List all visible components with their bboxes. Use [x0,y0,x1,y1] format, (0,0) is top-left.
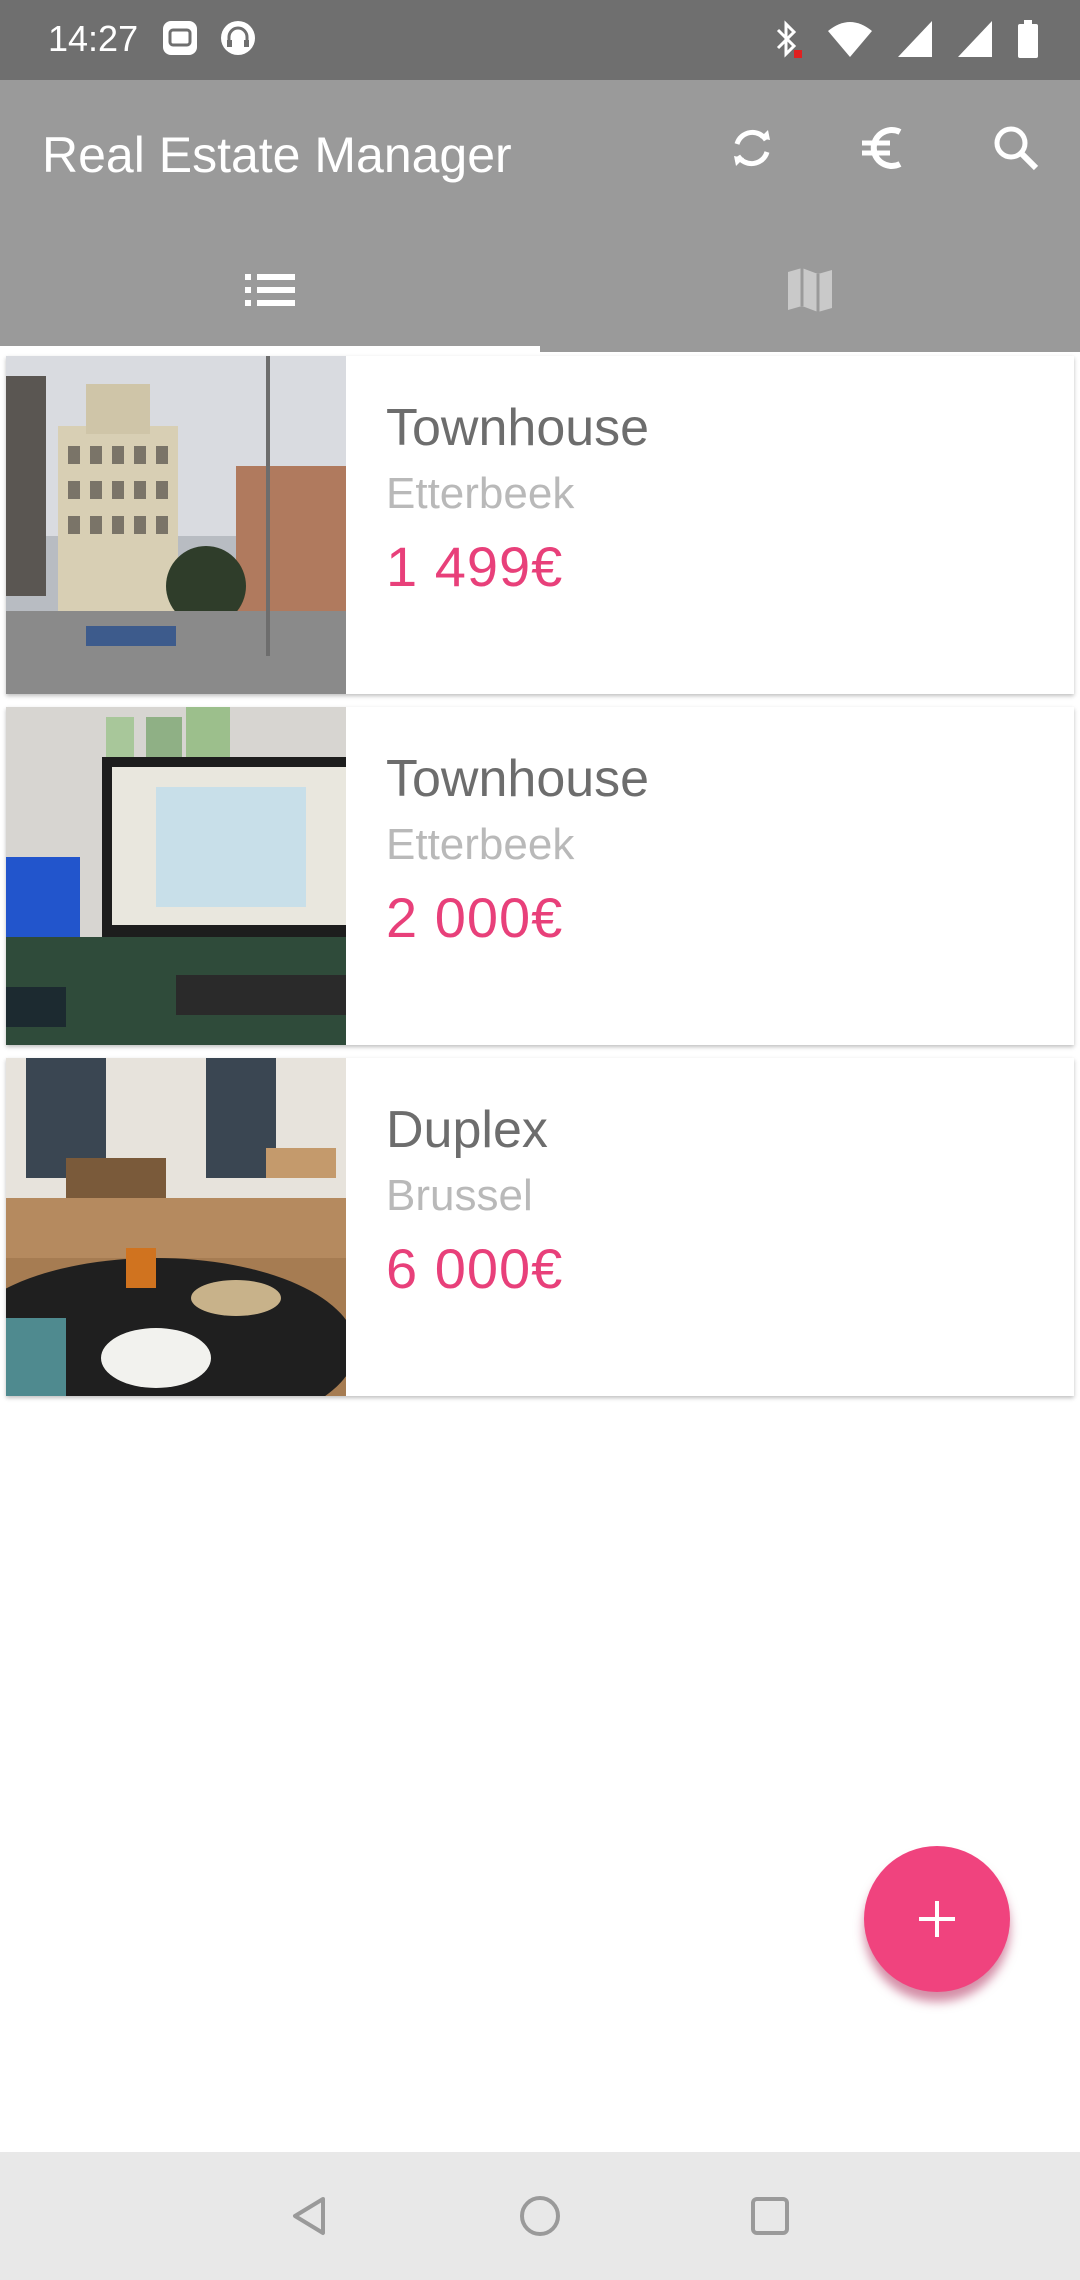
property-city: Brussel [386,1171,533,1220]
property-price: 2 000€ [386,886,564,949]
refresh-button[interactable] [716,112,788,184]
navigation-bar [0,2152,1080,2280]
back-icon [293,2197,325,2235]
property-price: 1 499€ [386,535,564,598]
tab-bar [0,228,1080,352]
home-icon [520,2196,560,2236]
property-price: 6 000€ [386,1237,564,1300]
list-icon [245,274,295,306]
app-title: Real Estate Manager [42,127,512,183]
property-type: Townhouse [386,399,650,457]
recents-button[interactable] [730,2176,810,2256]
photo-notification-icon [163,21,197,55]
currency-button[interactable] [848,112,920,184]
property-photo [6,356,346,694]
property-card[interactable]: Townhouse Etterbeek 1 499€ [6,356,1074,694]
property-city: Etterbeek [386,469,575,518]
property-card[interactable]: Townhouse Etterbeek 2 000€ [6,707,1074,1045]
currency-euro-icon [862,127,902,169]
wifi-icon [828,22,872,57]
tab-map[interactable] [540,228,1080,352]
tab-list[interactable] [0,228,540,352]
signal-icon [898,21,932,57]
back-button[interactable] [270,2176,350,2256]
signal-icon [958,21,992,57]
add-property-button[interactable] [864,1846,1010,1992]
app-bar: Real Estate Manager [0,80,1080,352]
plus-icon [919,1901,955,1937]
refresh-icon [734,129,770,167]
search-button[interactable] [980,112,1052,184]
bluetooth-icon [776,20,802,58]
property-photo [6,707,346,1045]
battery-icon [1018,20,1038,58]
headset-notification-icon [221,21,255,55]
property-photo [6,1058,346,1396]
property-type: Townhouse [386,750,650,808]
home-button[interactable] [500,2176,580,2256]
property-city: Etterbeek [386,820,575,869]
map-icon [788,268,832,312]
status-time: 14:27 [48,18,139,59]
search-icon [994,126,1039,171]
property-type: Duplex [386,1101,548,1159]
recents-icon [751,2197,789,2235]
status-bar: 14:27 [0,0,1080,80]
property-card[interactable]: Duplex Brussel 6 000€ [6,1058,1074,1396]
